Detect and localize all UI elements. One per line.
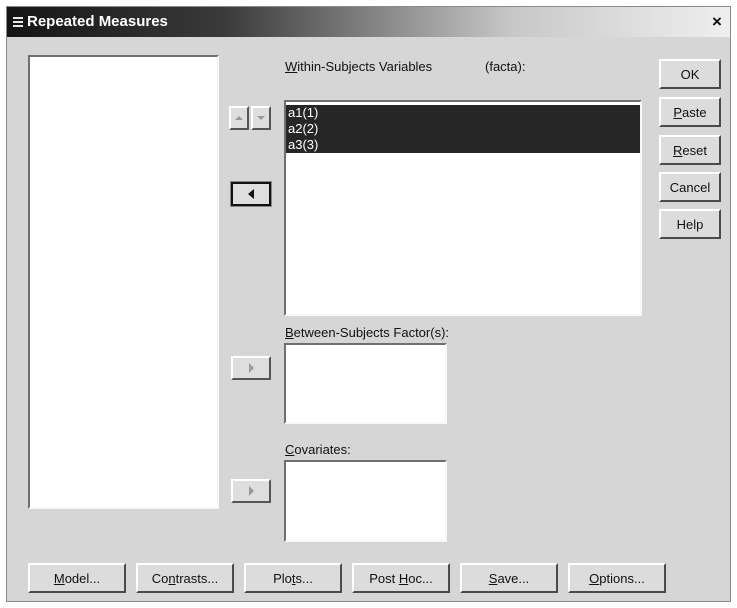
post-hoc-mnemonic: H bbox=[398, 570, 409, 586]
covariates-label-text: ovariates: bbox=[294, 442, 351, 457]
repeated-measures-dialog: Repeated Measures × Within-Subjects Vari… bbox=[6, 6, 731, 602]
plots-button[interactable]: Plo t s... bbox=[244, 563, 342, 593]
save-label: ave... bbox=[497, 570, 530, 586]
options-mnemonic: O bbox=[589, 570, 600, 586]
between-subjects-list[interactable] bbox=[284, 343, 447, 424]
ok-button[interactable]: OK bbox=[659, 59, 721, 89]
source-variable-list[interactable] bbox=[28, 55, 219, 509]
move-to-between-button[interactable] bbox=[231, 356, 271, 380]
factor-name-label: (facta): bbox=[485, 59, 526, 74]
move-down-button[interactable] bbox=[251, 106, 271, 130]
plots-label-end: s... bbox=[295, 570, 313, 586]
move-up-button[interactable] bbox=[229, 106, 249, 130]
triangle-left-icon bbox=[248, 189, 254, 199]
between-label-text: etween-Subjects Factor(s): bbox=[293, 325, 450, 340]
options-label: ptions... bbox=[599, 570, 645, 586]
close-button[interactable]: × bbox=[708, 13, 726, 31]
triangle-down-icon bbox=[257, 116, 265, 120]
move-to-covariates-button[interactable] bbox=[231, 479, 271, 503]
post-hoc-button[interactable]: Post Hoc... bbox=[352, 563, 450, 593]
cancel-label: Cancel bbox=[669, 179, 711, 195]
plots-label-start: Plo bbox=[273, 570, 292, 586]
contrasts-mnemonic: n bbox=[168, 570, 176, 586]
contrasts-button[interactable]: Co n trasts... bbox=[136, 563, 234, 593]
title-bar[interactable]: Repeated Measures × bbox=[7, 7, 730, 37]
reset-button[interactable]: Reset bbox=[659, 135, 721, 165]
reset-label: eset bbox=[682, 142, 707, 158]
within-label-text: ithin-Subjects Variables bbox=[297, 59, 433, 74]
covariates-list[interactable] bbox=[284, 460, 447, 542]
list-item[interactable]: a3(3) bbox=[286, 137, 640, 153]
model-label: odel... bbox=[64, 570, 101, 586]
triangle-right-icon bbox=[248, 363, 254, 373]
post-hoc-label-start: Post bbox=[369, 570, 399, 586]
ok-label: OK bbox=[680, 66, 700, 82]
save-button[interactable]: Save... bbox=[460, 563, 558, 593]
between-subjects-label: Between-Subjects Factor(s): bbox=[285, 325, 449, 340]
help-label: Help bbox=[676, 216, 704, 232]
covariates-label: Covariates: bbox=[285, 442, 351, 457]
within-subjects-list[interactable]: a1(1) a2(2) a3(3) bbox=[284, 100, 642, 316]
within-subjects-label: Within-Subjects Variables bbox=[285, 59, 432, 74]
covariates-label-mnemonic: C bbox=[285, 442, 295, 457]
cancel-button[interactable]: Cancel bbox=[659, 172, 721, 202]
contrasts-label-start: Co bbox=[151, 570, 169, 586]
help-button[interactable]: Help bbox=[659, 209, 721, 239]
window-title: Repeated Measures bbox=[27, 13, 168, 30]
paste-button[interactable]: Paste bbox=[659, 97, 721, 127]
post-hoc-label-end: oc... bbox=[408, 570, 433, 586]
list-item[interactable]: a1(1) bbox=[286, 105, 640, 121]
save-mnemonic: S bbox=[488, 570, 498, 586]
triangle-right-icon bbox=[248, 486, 254, 496]
paste-label: aste bbox=[682, 104, 707, 120]
within-label-mnemonic: W bbox=[285, 59, 298, 74]
model-button[interactable]: Model... bbox=[28, 563, 126, 593]
app-icon bbox=[13, 17, 23, 27]
contrasts-label-end: trasts... bbox=[175, 570, 219, 586]
paste-mnemonic: P bbox=[673, 104, 683, 120]
model-mnemonic: M bbox=[53, 570, 65, 586]
reset-mnemonic: R bbox=[673, 142, 683, 158]
triangle-up-icon bbox=[235, 116, 243, 120]
list-item[interactable]: a2(2) bbox=[286, 121, 640, 137]
options-button[interactable]: Options... bbox=[568, 563, 666, 593]
move-left-button[interactable] bbox=[230, 181, 272, 207]
between-label-mnemonic: B bbox=[285, 325, 294, 340]
